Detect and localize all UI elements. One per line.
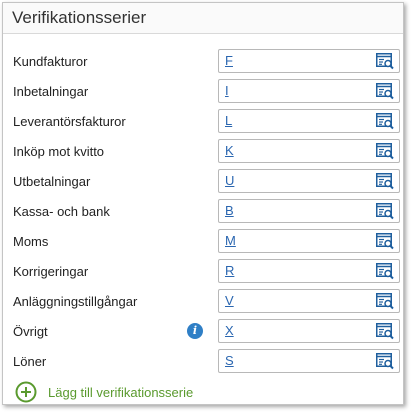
series-label: Kundfakturor (13, 54, 88, 69)
series-label: Anläggningstillgångar (13, 294, 138, 309)
series-value-link[interactable]: I (225, 83, 229, 99)
lookup-list-icon[interactable] (376, 353, 394, 370)
series-value-link[interactable]: K (225, 143, 234, 159)
series-value-link[interactable]: R (225, 263, 234, 279)
series-row-4: Utbetalningar U (3, 167, 403, 197)
series-label: Leverantörsfakturor (13, 114, 126, 129)
series-field[interactable]: V (218, 289, 400, 313)
series-field[interactable]: U (218, 169, 400, 193)
series-label: Inbetalningar (13, 84, 89, 99)
series-label: Övrigt (13, 324, 48, 339)
add-series-button[interactable]: Lägg till verifikationsserie (15, 380, 193, 404)
series-value-link[interactable]: B (225, 203, 234, 219)
series-field[interactable]: I (218, 79, 400, 103)
series-label: Kassa- och bank (13, 204, 110, 219)
series-row-7: Korrigeringar R (3, 257, 403, 287)
series-field[interactable]: X (218, 319, 400, 343)
series-label: Inköp mot kvitto (13, 144, 105, 159)
series-value-link[interactable]: L (225, 113, 232, 129)
lookup-list-icon[interactable] (376, 233, 394, 250)
series-field[interactable]: M (218, 229, 400, 253)
series-field[interactable]: R (218, 259, 400, 283)
lookup-list-icon[interactable] (376, 323, 394, 340)
series-value-link[interactable]: S (225, 353, 234, 369)
series-label: Korrigeringar (13, 264, 89, 279)
series-row-10: Löner S (3, 347, 403, 377)
verification-series-panel: Verifikationsserier Kundfakturor F Inbet… (2, 2, 404, 405)
series-label: Löner (13, 354, 47, 369)
series-value-link[interactable]: V (225, 293, 234, 309)
lookup-list-icon[interactable] (376, 173, 394, 190)
series-list: Kundfakturor F Inbetalningar I Leverantö… (3, 47, 403, 377)
series-label: Moms (13, 234, 49, 249)
series-row-3: Inköp mot kvitto K (3, 137, 403, 167)
panel-title: Verifikationsserier (12, 8, 147, 27)
plus-circle-icon (15, 381, 37, 403)
lookup-list-icon[interactable] (376, 113, 394, 130)
series-row-2: Leverantörsfakturor L (3, 107, 403, 137)
lookup-list-icon[interactable] (376, 83, 394, 100)
series-value-link[interactable]: X (225, 323, 234, 339)
add-series-label: Lägg till verifikationsserie (48, 384, 194, 400)
series-row-9: Övrigt i X (3, 317, 403, 347)
series-label: Utbetalningar (13, 174, 91, 189)
series-row-0: Kundfakturor F (3, 47, 403, 77)
series-row-8: Anläggningstillgångar V (3, 287, 403, 317)
series-field[interactable]: B (218, 199, 400, 223)
lookup-list-icon[interactable] (376, 293, 394, 310)
series-row-5: Kassa- och bank B (3, 197, 403, 227)
series-field[interactable]: F (218, 49, 400, 73)
lookup-list-icon[interactable] (376, 143, 394, 160)
series-field[interactable]: L (218, 109, 400, 133)
series-value-link[interactable]: M (225, 233, 236, 249)
lookup-list-icon[interactable] (376, 53, 394, 70)
lookup-list-icon[interactable] (376, 203, 394, 220)
series-field[interactable]: S (218, 349, 400, 373)
lookup-list-icon[interactable] (376, 263, 394, 280)
series-row-1: Inbetalningar I (3, 77, 403, 107)
series-row-6: Moms M (3, 227, 403, 257)
series-value-link[interactable]: F (225, 53, 233, 69)
info-icon[interactable]: i (187, 323, 203, 339)
series-field[interactable]: K (218, 139, 400, 163)
panel-header: Verifikationsserier (3, 3, 403, 34)
series-value-link[interactable]: U (225, 173, 234, 189)
